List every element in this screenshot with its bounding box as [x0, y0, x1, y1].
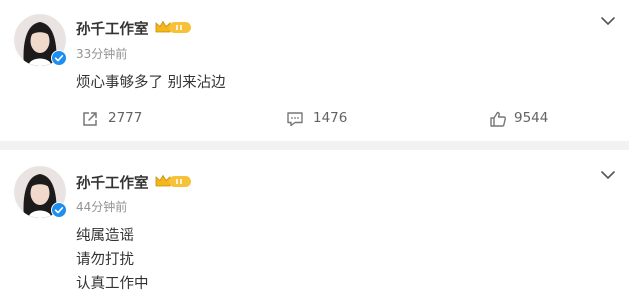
- verified-badge-icon: [51, 50, 67, 66]
- avatar[interactable]: [14, 14, 67, 66]
- repost-icon: [83, 112, 97, 126]
- crown-member-icon[interactable]: [155, 174, 193, 188]
- comment-button[interactable]: 1476: [286, 108, 366, 130]
- avatar[interactable]: [14, 166, 67, 218]
- comment-count: 1476: [313, 110, 348, 126]
- chevron-down-icon[interactable]: [600, 170, 616, 180]
- verified-badge-icon: [51, 202, 67, 218]
- post-time[interactable]: 44分钟前: [76, 198, 127, 215]
- thumbs-up-icon: [490, 111, 506, 127]
- post-content-line: 纯属造谣: [76, 228, 134, 244]
- like-count: 9544: [514, 110, 549, 126]
- repost-count: 2777: [108, 110, 143, 126]
- repost-button[interactable]: 2777: [81, 108, 161, 130]
- like-button[interactable]: 9544: [489, 108, 569, 130]
- post-card: 孙千工作室 33分钟前 烦心事够多了 别来沾边 2777 1476 9544: [0, 0, 629, 141]
- crown-member-icon[interactable]: [155, 20, 193, 34]
- post-content-line: 烦心事够多了 别来沾边: [76, 75, 226, 91]
- post-card: 孙千工作室 44分钟前 纯属造谣 请勿打扰 认真工作中: [0, 150, 629, 306]
- comment-icon: [287, 112, 303, 127]
- username[interactable]: 孙千工作室: [76, 172, 149, 193]
- chevron-down-icon[interactable]: [600, 16, 616, 26]
- username[interactable]: 孙千工作室: [76, 18, 149, 39]
- post-time[interactable]: 33分钟前: [76, 45, 127, 62]
- post-content-line: 请勿打扰: [76, 252, 134, 268]
- post-content-line: 认真工作中: [76, 276, 149, 292]
